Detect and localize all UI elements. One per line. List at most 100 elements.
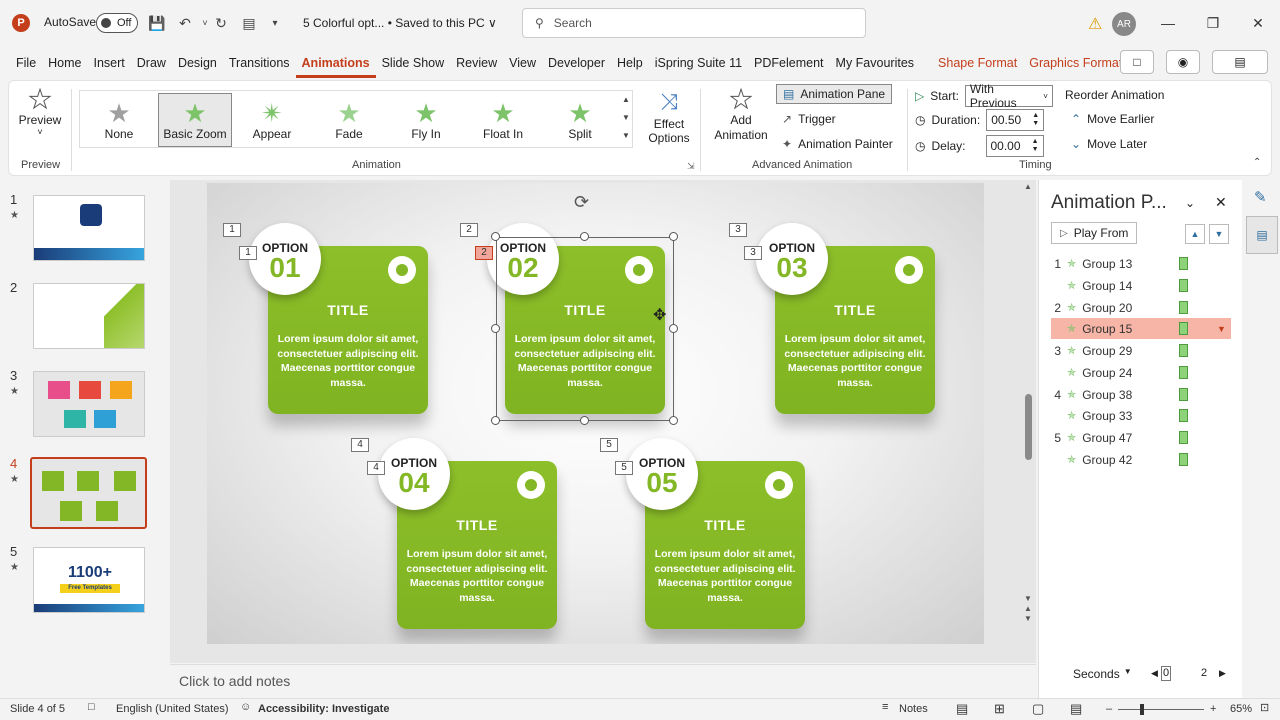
zoom-out-icon[interactable]: – [1106,703,1112,715]
anim-appear[interactable]: ✴ Appear [235,93,309,147]
restore-icon[interactable]: ❐ [1200,12,1226,34]
tab-home[interactable]: Home [42,48,87,78]
duration-input[interactable]: 00.50 ▲ ▼ [986,109,1045,131]
tab-graphics-format[interactable]: Graphics Format [1023,48,1128,78]
designer-icon[interactable]: ✎ [1254,188,1267,206]
tab-slide-show[interactable]: Slide Show [376,48,451,78]
accessibility-icon[interactable]: ☺ [240,701,251,713]
zoom-slider[interactable] [1118,709,1204,710]
tab-review[interactable]: Review [450,48,503,78]
effect-options-button[interactable]: ⤨ Effect Options [641,87,697,145]
spellcheck-icon[interactable]: □ [88,701,95,713]
animation-tag[interactable]: 1 [223,223,241,237]
notes-area[interactable]: Click to add notes [170,664,1036,698]
anim-none[interactable]: ★ None [82,93,156,147]
timing-bar[interactable] [1179,453,1188,466]
tab-animations[interactable]: Animations [295,48,376,78]
anim-list-item[interactable]: 1 ✯ Group 13 [1051,253,1231,274]
animation-tag[interactable]: 5 [600,438,618,452]
anim-split[interactable]: ★ Split [543,93,617,147]
gallery-scroll[interactable]: ▲ ▼ ▼ [619,91,633,147]
tab-design[interactable]: Design [172,48,223,78]
timing-bar[interactable] [1179,431,1188,444]
anim-fly-in[interactable]: ★ Fly In [389,93,463,147]
thumb-slide-5[interactable]: 1100+ Free Templates [33,547,145,613]
preview-button[interactable]: ★ Preview ˅ [17,85,63,138]
search-box[interactable]: ⚲ Search [522,8,866,38]
notes-button[interactable]: Notes [899,703,928,715]
language[interactable]: English (United States) [116,703,229,715]
tab-pdfelement[interactable]: PDFelement [748,48,829,78]
delay-spinner[interactable]: ▲ ▼ [1032,138,1039,154]
zoom-in-icon[interactable]: + [1210,703,1216,715]
undo-icon[interactable]: ↶ [176,14,194,32]
anim-float-in[interactable]: ★ Float In [466,93,540,147]
animation-tag[interactable]: 4 [351,438,369,452]
redo-icon[interactable]: ↻ [212,14,230,32]
resize-handle[interactable] [491,416,500,425]
anim-basic-zoom[interactable]: ★ Basic Zoom [158,93,232,147]
anim-list-item[interactable]: 5 ✯ Group 47 [1051,427,1231,448]
anim-list-item[interactable]: 3 ✯ Group 29 [1051,340,1231,361]
timing-bar[interactable] [1179,279,1188,292]
record-icon[interactable]: ◉ [1166,50,1200,74]
presenter-icon[interactable]: ▤ [240,14,258,32]
tab-developer[interactable]: Developer [542,48,611,78]
save-icon[interactable]: 💾 [148,14,166,32]
tab-help[interactable]: Help [611,48,649,78]
resize-handle[interactable] [491,324,500,333]
timeline-unit-select[interactable]: Seconds ▼ [1073,667,1132,681]
duration-spinner[interactable]: ▲ ▼ [1032,112,1039,128]
tab-shape-format[interactable]: Shape Format [932,48,1023,78]
anim-list-item[interactable]: 2 ✯ Group 20 [1051,297,1231,318]
normal-view-icon[interactable]: ▤ [956,701,968,717]
slideshow-view-icon[interactable]: ▤ [1070,701,1082,717]
animation-tag[interactable]: 1 [239,246,257,260]
timing-bar[interactable] [1179,409,1188,422]
autosave-toggle[interactable]: Off [96,13,138,33]
thumb-slide-1[interactable] [33,195,145,261]
animation-tag-selected[interactable]: 2 [475,246,493,260]
timing-bar[interactable] [1179,366,1188,379]
canvas-scrollbar[interactable]: ▲ ▼ ▲ ▼ [1024,182,1034,642]
customize-qat-icon[interactable]: ▾ [266,14,284,32]
zoom-level[interactable]: 65% [1230,703,1252,715]
avatar[interactable]: AR [1112,12,1136,36]
comments-icon[interactable]: □ [1120,50,1154,74]
resize-handle[interactable] [669,324,678,333]
document-title[interactable]: 5 Colorful opt... • Saved to this PC ∨ [303,16,497,30]
timing-bar[interactable] [1179,388,1188,401]
timing-bar[interactable] [1179,322,1188,335]
scroll-thumb[interactable] [1025,394,1032,460]
collapse-ribbon-icon[interactable]: ⌃ [1253,157,1261,168]
slide-sorter-icon[interactable]: ⊞ [994,701,1005,717]
tab-transitions[interactable]: Transitions [223,48,296,78]
animation-dialog-launcher-icon[interactable]: ⇲ [687,161,695,172]
tab-my-favourites[interactable]: My Favourites [830,48,921,78]
pane-options-icon[interactable]: ⌄ [1185,196,1195,210]
anim-list-item[interactable]: ✯ Group 33 [1051,405,1231,426]
move-later-button[interactable]: ⌄ Move Later [1071,137,1147,151]
timing-bar[interactable] [1179,344,1188,357]
move-down-button[interactable]: ▼ [1209,224,1229,244]
tab-view[interactable]: View [503,48,542,78]
resize-handle[interactable] [669,416,678,425]
anim-list-item[interactable]: ✯ Group 24 [1051,362,1231,383]
fit-slide-icon[interactable]: ⊡ [1260,701,1269,714]
resize-handle[interactable] [669,232,678,241]
anim-list-item[interactable]: ✯ Group 42 [1051,449,1231,470]
animation-tag[interactable]: 2 [460,223,478,237]
minimize-icon[interactable]: — [1155,12,1181,34]
reading-view-icon[interactable]: ▢ [1032,701,1044,717]
present-icon[interactable]: ▤ [1212,50,1268,74]
close-pane-icon[interactable]: ✕ [1215,194,1227,211]
close-window-icon[interactable]: ✕ [1245,12,1271,34]
tab-draw[interactable]: Draw [131,48,172,78]
timing-bar[interactable] [1179,257,1188,270]
animation-tag[interactable]: 3 [744,246,762,260]
anim-list-item[interactable]: 4 ✯ Group 38 [1051,384,1231,405]
resize-handle[interactable] [491,232,500,241]
timing-bar[interactable] [1179,301,1188,314]
play-from-button[interactable]: ▷ Play From [1051,222,1138,244]
thumb-slide-3[interactable] [33,371,145,437]
